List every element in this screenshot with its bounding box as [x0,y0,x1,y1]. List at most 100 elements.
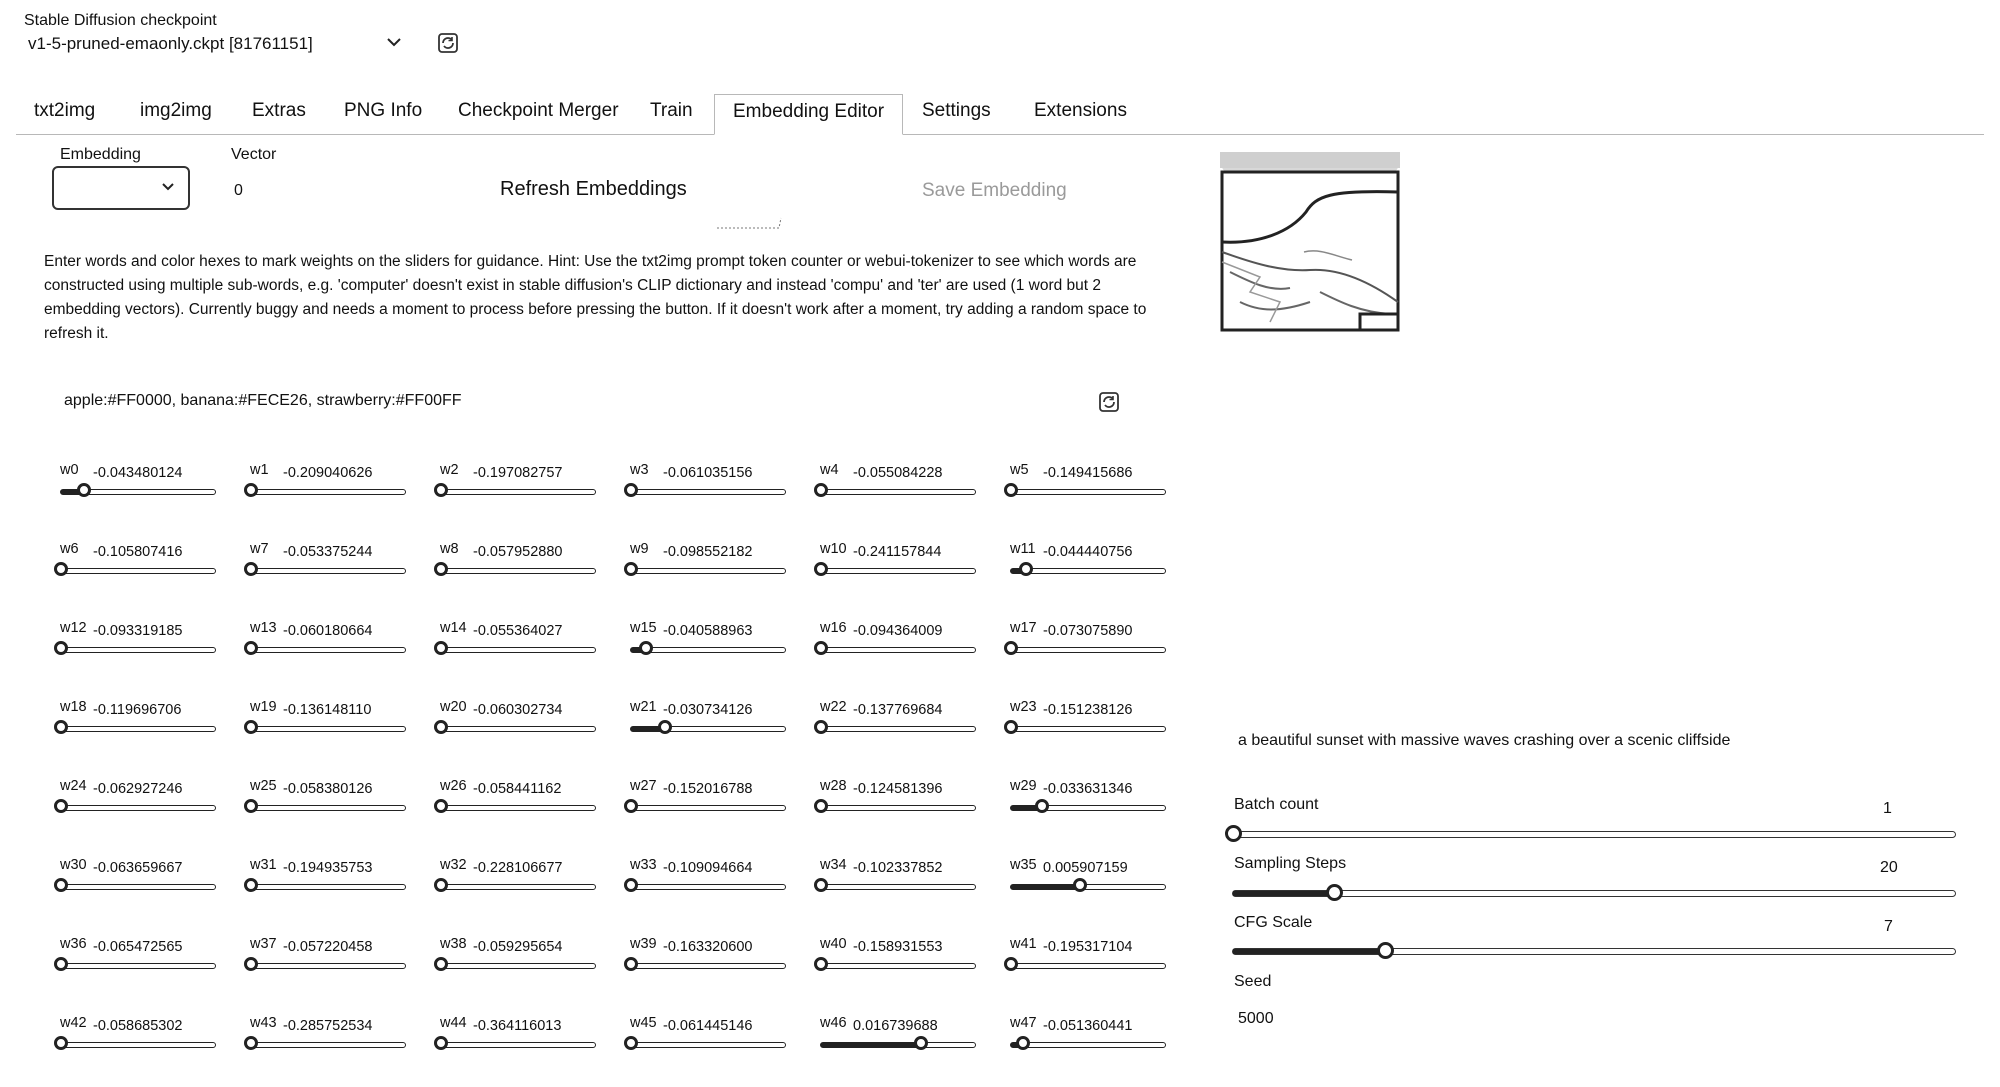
weight-track[interactable] [434,483,596,497]
weight-track[interactable] [54,957,216,971]
weight-knob[interactable] [244,562,258,576]
sampling-steps-value[interactable]: 20 [1880,859,1898,877]
weight-track[interactable] [54,799,216,813]
weight-knob[interactable] [434,720,448,734]
weight-value-input[interactable]: -0.149415686 [1043,465,1163,481]
weight-value-input[interactable]: -0.152016788 [663,781,783,797]
weight-track[interactable] [1010,799,1166,813]
tab-embedding-editor[interactable]: Embedding Editor [714,94,904,135]
weight-value-input[interactable]: -0.228106677 [473,860,593,876]
weight-value-input[interactable]: -0.195317104 [1043,939,1163,955]
weight-value-input[interactable]: -0.055084228 [853,465,973,481]
color-hints-input[interactable]: apple:#FF0000, banana:#FECE26, strawberr… [64,392,462,410]
weight-knob[interactable] [624,1036,638,1050]
weight-track[interactable] [54,641,216,655]
weight-track[interactable] [624,562,786,576]
weight-track[interactable] [244,878,406,892]
weight-track[interactable] [624,878,786,892]
weight-knob[interactable] [244,483,258,497]
weight-knob[interactable] [1004,483,1018,497]
sampling-steps-knob[interactable] [1326,884,1344,901]
weight-knob[interactable] [434,483,448,497]
weight-track[interactable] [630,720,786,734]
weight-value-input[interactable]: -0.055364027 [473,623,593,639]
vector-input[interactable]: 0 [234,182,243,200]
weight-knob[interactable] [244,957,258,971]
weight-knob[interactable] [244,1036,258,1050]
weight-knob[interactable] [624,799,638,813]
weight-track[interactable] [434,1036,596,1050]
weight-value-input[interactable]: -0.040588963 [663,623,783,639]
weight-track[interactable] [244,1036,406,1050]
weight-track[interactable] [814,957,976,971]
checkpoint-select[interactable]: v1-5-pruned-emaonly.ckpt [81761151] [28,34,313,54]
weight-value-input[interactable]: -0.059295654 [473,939,593,955]
weight-knob[interactable] [1016,1036,1031,1050]
weight-value-input[interactable]: -0.030734126 [663,702,783,718]
weight-track[interactable] [434,878,596,892]
weight-value-input[interactable]: -0.073075890 [1043,623,1163,639]
weight-knob[interactable] [244,720,258,734]
weight-knob[interactable] [77,483,92,497]
tab-train[interactable]: Train [632,94,711,134]
embedding-select[interactable] [52,166,190,210]
weight-track[interactable] [624,957,786,971]
weight-knob[interactable] [1019,562,1034,576]
refresh-checkpoint-icon[interactable] [436,31,460,55]
refresh-hints-icon[interactable] [1097,390,1121,414]
weight-knob[interactable] [814,799,828,813]
weight-value-input[interactable]: -0.057220458 [283,939,403,955]
weight-track[interactable] [814,641,976,655]
weight-track[interactable] [1004,483,1166,497]
tab-settings[interactable]: Settings [904,94,1009,134]
tab-checkpoint-merger[interactable]: Checkpoint Merger [440,94,637,134]
weight-value-input[interactable]: -0.098552182 [663,544,783,560]
weight-value-input[interactable]: -0.053375244 [283,544,403,560]
refresh-embeddings-button[interactable]: Refresh Embeddings [500,178,687,201]
weight-knob[interactable] [814,483,828,497]
weight-value-input[interactable]: -0.061445146 [663,1018,783,1034]
weight-knob[interactable] [434,641,448,655]
weight-knob[interactable] [434,562,448,576]
weight-value-input[interactable]: -0.061035156 [663,465,783,481]
weight-track[interactable] [54,878,216,892]
weight-value-input[interactable]: -0.063659667 [93,860,213,876]
weight-knob[interactable] [434,1036,448,1050]
weight-value-input[interactable]: -0.285752534 [283,1018,403,1034]
weight-knob[interactable] [54,1036,68,1050]
weight-value-input[interactable]: -0.163320600 [663,939,783,955]
weight-knob[interactable] [1004,957,1018,971]
weight-track[interactable] [814,562,976,576]
chevron-down-icon[interactable] [383,31,405,53]
weight-track[interactable] [434,720,596,734]
weight-value-input[interactable]: -0.241157844 [853,544,973,560]
weight-knob[interactable] [54,799,68,813]
weight-value-input[interactable]: -0.102337852 [853,860,973,876]
weight-value-input[interactable]: -0.197082757 [473,465,593,481]
weight-knob[interactable] [624,562,638,576]
tab-png-info[interactable]: PNG Info [326,94,440,134]
weight-track[interactable] [434,641,596,655]
weight-value-input[interactable]: -0.060302734 [473,702,593,718]
weight-knob[interactable] [639,641,654,655]
weight-track[interactable] [434,562,596,576]
weight-track[interactable] [814,878,976,892]
prompt-input[interactable]: a beautiful sunset with massive waves cr… [1238,732,1730,750]
weight-knob[interactable] [434,957,448,971]
weight-knob[interactable] [624,957,638,971]
weight-value-input[interactable]: -0.093319185 [93,623,213,639]
weight-track[interactable] [814,799,976,813]
weight-track[interactable] [244,562,406,576]
tab-extras[interactable]: Extras [234,94,324,134]
weight-track[interactable] [814,483,976,497]
weight-track[interactable] [54,720,216,734]
weight-knob[interactable] [914,1036,929,1050]
weight-value-input[interactable]: -0.062927246 [93,781,213,797]
weight-value-input[interactable]: -0.058685302 [93,1018,213,1034]
weight-track[interactable] [244,483,406,497]
weight-knob[interactable] [814,878,828,892]
weight-knob[interactable] [1004,720,1018,734]
cfg-scale-slider[interactable] [1232,942,1956,959]
tab-img2img[interactable]: img2img [122,94,230,134]
weight-knob[interactable] [814,957,828,971]
